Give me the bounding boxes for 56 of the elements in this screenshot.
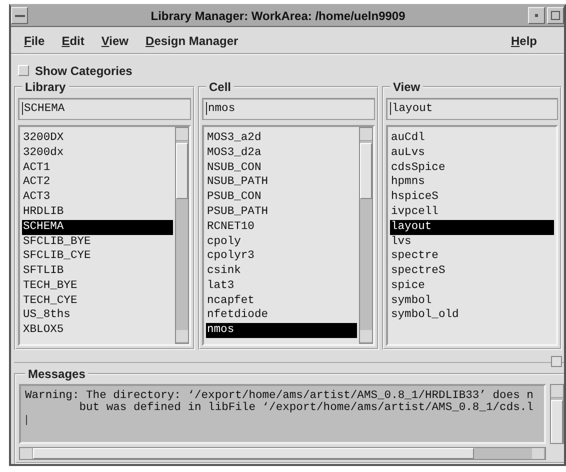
list-item[interactable]: symbol [390, 294, 554, 308]
list-item[interactable]: nmos [206, 323, 357, 338]
input-field[interactable]: nmos [202, 98, 375, 120]
list-item[interactable]: cdsSpice [390, 160, 554, 176]
list-item[interactable]: ACT3 [22, 190, 173, 205]
list-item[interactable]: csink [206, 264, 357, 279]
list-item[interactable]: RCNET10 [206, 220, 357, 234]
group-label: Messages [27, 367, 86, 381]
list-item[interactable]: layout [390, 220, 554, 234]
list-item[interactable]: ivpcell [390, 204, 554, 220]
group-label: View [392, 80, 422, 94]
window-title: Library Manager: WorkArea: /home/ueln9909 [150, 8, 406, 23]
list-item[interactable]: ACT2 [22, 175, 173, 190]
list-item[interactable]: 3200DX [22, 130, 173, 146]
list-item[interactable]: cpoly [206, 234, 357, 250]
list-item[interactable]: TECH_BYE [22, 278, 173, 294]
list-item[interactable]: ACT1 [22, 160, 173, 176]
list-item[interactable]: NSUB_PATH [206, 175, 357, 190]
list-item[interactable]: TECH_CYE [22, 294, 173, 308]
menu-item[interactable]: View [99, 32, 131, 50]
group-label: Cell [208, 80, 232, 94]
list-item[interactable]: SCHEMA [22, 220, 173, 234]
list-item[interactable]: HRDLIB [22, 204, 173, 220]
list-item[interactable]: SFCLIB_BYE [22, 234, 173, 250]
checkbox-label: Show Categories [35, 64, 132, 78]
list-item[interactable]: lat3 [206, 278, 357, 294]
menu-item[interactable]: Design Manager [144, 32, 240, 50]
group-label: Library [24, 80, 67, 94]
list-item[interactable]: MOS3_d2a [206, 146, 357, 161]
list-item[interactable]: 3200dx [22, 146, 173, 161]
list-item[interactable]: auLvs [390, 146, 554, 161]
menu-item[interactable]: Edit [60, 32, 86, 50]
list-item[interactable]: SFTLIB [22, 264, 173, 279]
list-item[interactable]: US_8ths [22, 308, 173, 324]
list-item[interactable]: PSUB_PATH [206, 204, 357, 220]
list-item[interactable]: lvs [390, 234, 554, 250]
list-item[interactable]: XBLOX5 [22, 323, 173, 338]
list-item[interactable]: ncapfet [206, 294, 357, 308]
list-item[interactable]: auCdl [390, 130, 554, 146]
menu-item[interactable]: File [22, 32, 47, 50]
list-item[interactable]: SFCLIB_CYE [22, 249, 173, 264]
list-item[interactable]: PSUB_CON [206, 190, 357, 205]
list-item[interactable]: nfetdiode [206, 308, 357, 324]
list-item[interactable]: MOS3_a2d [206, 130, 357, 146]
list-item[interactable]: spectre [390, 249, 554, 264]
message-log[interactable]: Warning: The directory: ‘/export/home/ams/artist/AMS_0.8_1/HRDLIB33’ does n but was defined in libFile ‘/export/home/ams/artist/AMS_0.8_1/cds.l [19, 384, 546, 444]
list-item[interactable]: hpmns [390, 175, 554, 190]
list-item[interactable]: hspiceS [390, 190, 554, 205]
list-item[interactable]: NSUB_CON [206, 160, 357, 176]
list-item[interactable]: cpolyr3 [206, 249, 357, 264]
list-item[interactable]: spice [390, 278, 554, 294]
menu-item[interactable]: Help [508, 32, 539, 50]
input-field[interactable]: SCHEMA [18, 98, 191, 120]
input-field[interactable]: layout [386, 98, 558, 120]
list-item[interactable]: symbol_old [390, 308, 554, 324]
list-item[interactable]: spectreS [390, 264, 554, 279]
